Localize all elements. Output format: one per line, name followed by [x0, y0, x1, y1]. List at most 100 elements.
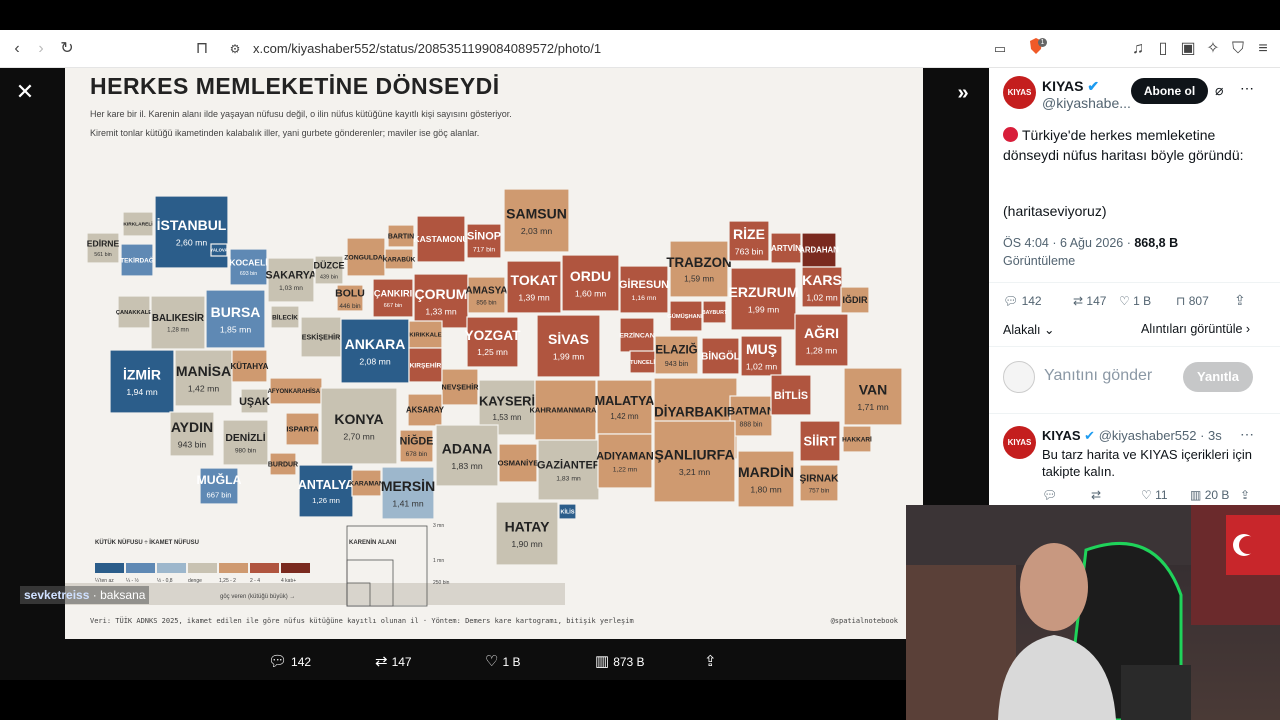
sidebar-icon[interactable]: ▯ — [1151, 37, 1175, 61]
province-isparta: ISPARTA — [285, 412, 320, 446]
legend-swatch — [126, 563, 155, 573]
follow-button[interactable]: Abone ol — [1131, 78, 1208, 104]
province-name: MANİSA — [176, 363, 231, 379]
province-value: 1,03 mn — [279, 285, 303, 292]
wallet-icon[interactable]: ▣ — [1176, 37, 1200, 61]
province-name: DÜZCE — [313, 261, 344, 271]
avatar[interactable]: KIYAS — [1003, 76, 1036, 109]
province-name: BURSA — [211, 304, 261, 320]
province-name: TEKİRDAĞ — [120, 255, 154, 264]
province-name: BALIKESİR — [152, 313, 204, 324]
reply-icon: 💬︎ — [268, 653, 288, 670]
province-zonguldak: ZONGULDAK — [344, 237, 388, 277]
province-value: 717 bin — [473, 246, 496, 253]
province-sinop: SİNOP 717 bin — [466, 223, 502, 259]
reply-button[interactable]: Yanıtla — [1183, 362, 1253, 392]
province-tunceli: TUNCELİ — [629, 350, 656, 374]
view-count: 873 B — [613, 655, 645, 669]
province-name: DİYARBAKIR — [654, 404, 737, 419]
reply-reply-icon[interactable]: 💬︎ — [1042, 488, 1057, 502]
province-trabzon: TRABZON 1,59 mn — [666, 240, 732, 298]
province-name: SİVAS — [548, 331, 589, 347]
share-action[interactable]: ⇪ — [704, 652, 721, 670]
province-cankiri: ÇANKIRI 667 bin — [372, 278, 414, 318]
grok-icon[interactable]: ⌀ — [1215, 82, 1223, 99]
reply-like[interactable]: ♡ 11 — [1141, 488, 1168, 502]
leo-ai-icon[interactable]: ✧ — [1201, 37, 1225, 61]
share-icon[interactable]: ⇪ — [1234, 292, 1246, 309]
sort-relevant[interactable]: Alakalı ⌄ — [1003, 322, 1054, 337]
province-name: EDİRNE — [87, 239, 120, 249]
view-quotes-link[interactable]: Alıntıları görüntüle › — [1141, 322, 1250, 336]
repost-stat[interactable]: ⇄ 147 — [1073, 294, 1106, 308]
like-count: 1 B — [502, 655, 521, 669]
site-settings-icon[interactable]: ⚙ — [223, 37, 247, 61]
province-kastamonu: KASTAMONU — [413, 215, 469, 263]
province-sakarya: SAKARYA 1,03 mn — [266, 257, 317, 303]
province-value: 1,59 mn — [684, 275, 714, 284]
reply-action[interactable]: 💬︎ 142 — [268, 652, 311, 670]
province-malatya: MALATYA 1,42 mn — [595, 379, 654, 435]
province-value: 1,83 mn — [556, 475, 581, 482]
province-name: YALOVA — [210, 248, 227, 253]
province-istanbul: İSTANBUL 2,60 mn — [154, 195, 229, 269]
repost-icon: ⇄ — [375, 653, 388, 670]
webcam-overlay — [906, 505, 1280, 720]
vpn-icon[interactable]: ⛉ — [1226, 37, 1250, 61]
bookmark-icon[interactable]: ⊓ — [190, 37, 214, 61]
more-icon[interactable]: ⋯ — [1240, 80, 1254, 97]
province-value: 678 bin — [406, 451, 428, 458]
province-erzincan: ERZİNCAN — [619, 317, 655, 353]
province-canakkale: ÇANAKKALE — [116, 295, 152, 329]
like-action[interactable]: ♡ 1 B — [485, 652, 520, 670]
province-name: RİZE — [733, 226, 765, 242]
province-name: BURDUR — [268, 461, 298, 468]
reply-author[interactable]: KIYAS ✔ @kiyashaber552 · 3s — [1042, 428, 1222, 444]
province-value: 1,22 mn — [613, 466, 638, 473]
chevron-double-right-icon[interactable]: » — [948, 78, 978, 108]
province-kocaeli: KOCAELİ 693 bin — [229, 248, 268, 286]
reply-views[interactable]: ▥ 20 B — [1190, 488, 1229, 502]
legend-title: KÜTÜK NÜFUSU ÷ İKAMET NÜFUSU — [95, 539, 199, 546]
province-value: 1,26 mn — [312, 496, 340, 505]
province-name: AKSARAY — [406, 406, 445, 415]
reply-stat[interactable]: 💬︎ 142 — [1003, 294, 1042, 308]
repost-action[interactable]: ⇄ 147 — [375, 652, 412, 670]
reload-icon[interactable]: ↻ — [55, 37, 79, 61]
province-value: 1,33 mn — [425, 306, 457, 316]
back-arrow-icon[interactable]: ‹ — [5, 37, 29, 61]
size-label: 3 mn — [433, 523, 444, 529]
province-name: UŞAK — [239, 396, 270, 408]
province-name: ANKARA — [345, 336, 406, 352]
province-name: KÜTAHYA — [230, 362, 268, 371]
province-kahramanmaras: KAHRAMANMARAŞ — [529, 379, 602, 441]
bar-chart-icon: ▥ — [1190, 488, 1202, 502]
like-stat[interactable]: ♡ 1 B — [1119, 294, 1151, 308]
forward-arrow-icon[interactable]: › — [29, 37, 53, 61]
bookmark-stat[interactable]: ⊓ 807 — [1176, 294, 1209, 308]
province-name: HAKKARİ — [842, 435, 872, 443]
province-aksaray: AKSARAY — [406, 393, 445, 427]
reply-share-icon[interactable]: ⇪ — [1240, 488, 1250, 502]
author-handle[interactable]: @kiyashabe... — [1042, 95, 1131, 111]
province-eskisehir: ESKİŞEHİR — [300, 316, 342, 358]
province-name: BOLU — [335, 288, 365, 299]
province-tokat: TOKAT 1,39 mn — [506, 260, 562, 314]
menu-icon[interactable]: ≡ — [1251, 37, 1275, 61]
views-action[interactable]: ▥ 873 B — [595, 652, 645, 670]
reply-repost-icon[interactable]: ⇄ — [1091, 488, 1101, 502]
reply-icon: 💬︎ — [1003, 294, 1019, 308]
reply-more-icon[interactable]: ⋯ — [1240, 426, 1254, 443]
reply-input[interactable]: Yanıtını gönder — [1044, 367, 1152, 385]
media-icon[interactable]: ♫ — [1126, 37, 1150, 61]
close-icon[interactable]: ✕ — [11, 78, 39, 106]
province-name: IĞDIR — [842, 294, 868, 305]
province-ardahan: ARDAHAN — [799, 232, 839, 268]
reply-avatar[interactable]: KIYAS — [1003, 426, 1036, 459]
reply-count: 142 — [291, 655, 312, 669]
author-name[interactable]: KIYAS ✔ — [1042, 78, 1099, 95]
province-name: HATAY — [505, 518, 551, 534]
cast-icon[interactable]: ▭ — [988, 37, 1012, 61]
province-siirt: SİİRT — [799, 420, 841, 462]
address-bar[interactable]: x.com/kiyashaber552/status/2085351199084… — [253, 41, 601, 56]
